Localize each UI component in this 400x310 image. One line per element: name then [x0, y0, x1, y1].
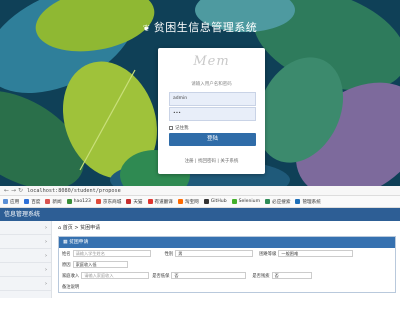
bookmark-label: 必应搜索 — [272, 199, 291, 205]
breadcrumb-text[interactable]: 首页 > 贫困申请 — [63, 225, 100, 231]
login-logo: Mem — [193, 54, 230, 69]
bookmark-item[interactable]: 必应搜索 — [265, 199, 290, 205]
bookmark-label: 京东商城 — [102, 199, 122, 205]
chevron-right-icon: › — [45, 252, 47, 259]
lowincome-label: 是否低保 — [152, 273, 170, 279]
breadcrumb: ⌂ 首页 > 贫困申请 — [58, 224, 400, 234]
disabled-label: 是否残疾 — [252, 273, 270, 279]
remember-label: 记住我 — [175, 126, 189, 131]
browser-window: ← → ↻ localhost:8080/student/propose 应用 百… — [0, 186, 400, 310]
apply-panel: ▦ 贫困申请 姓名 请输入学生姓名 性别 男 困难等级 一般困难 原因 家庭收入… — [58, 236, 396, 293]
bookmark-label: 新闻 — [52, 199, 62, 205]
url-field[interactable]: localhost:8080/student/propose — [27, 188, 121, 194]
panel-header: ▦ 贫困申请 — [59, 237, 395, 248]
bookmark-item[interactable]: Selenium — [231, 199, 261, 204]
gender-label: 性别 — [164, 251, 174, 257]
bookmark-item[interactable]: 管理系统 — [295, 199, 321, 205]
bookmark-label: 管理系统 — [302, 199, 321, 205]
main-content: ⌂ 首页 > 贫困申请 ▦ 贫困申请 姓名 请输入学生姓名 性别 男 困难等级 … — [52, 221, 400, 298]
income-input[interactable]: 请输入家庭收入 — [81, 272, 150, 279]
bookmark-favicon-icon — [177, 199, 183, 204]
login-button[interactable]: 登陆 — [169, 133, 256, 146]
password-input[interactable]: ••• — [169, 107, 256, 121]
app-title: 信息管理系统 — [4, 211, 41, 218]
chevron-right-icon: › — [45, 224, 47, 231]
reason-label: 原因 — [62, 262, 71, 268]
bookmark-item[interactable]: 应用 — [3, 199, 19, 205]
bookmark-favicon-icon — [45, 199, 51, 204]
sidebar-item[interactable]: › — [0, 263, 51, 277]
bookmark-item[interactable]: hao123 — [66, 199, 91, 204]
bookmark-favicon-icon — [66, 199, 72, 204]
forward-arrow-icon[interactable]: → — [10, 187, 17, 194]
name-label: 姓名 — [62, 251, 71, 257]
reload-icon[interactable]: ↻ — [17, 187, 24, 194]
system-title-text: 贫困生信息管理系统 — [153, 21, 258, 34]
leaf-icon: ❦ — [142, 24, 151, 34]
sidebar-item[interactable]: › — [0, 235, 51, 249]
sidebar: › › › › › — [0, 221, 52, 298]
form-row-1: 姓名 请输入学生姓名 性别 男 困难等级 一般困难 — [59, 248, 395, 259]
bookmarks-bar: 应用 百度 新闻 hao123 京东商城 天猫 有道翻译 淘宝网 GitHub Selenium 必… — [0, 196, 400, 208]
bookmark-favicon-icon — [3, 199, 8, 204]
form-row-3: 家庭收入 请输入家庭收入 是否低保 否 是否残疾 否 — [59, 270, 395, 281]
home-icon: ⌂ — [58, 225, 62, 231]
level-select[interactable]: 一般困难 — [278, 250, 354, 257]
bookmark-favicon-icon — [95, 199, 101, 204]
bookmark-label: 天猫 — [133, 199, 143, 205]
lowincome-select[interactable]: 否 — [171, 272, 247, 279]
system-title: ❦ 贫困生信息管理系统 — [0, 19, 400, 35]
chevron-right-icon: › — [45, 266, 47, 273]
bookmark-item[interactable]: 天猫 — [126, 199, 143, 205]
bookmark-label: 应用 — [10, 199, 20, 205]
login-page: ❦ 贫困生信息管理系统 Mem 请输入用户名和密码 admin ••• 记住我 登… — [0, 0, 400, 186]
login-card: Mem 请输入用户名和密码 admin ••• 记住我 登陆 注册 | 找回密码… — [158, 48, 265, 174]
bookmark-favicon-icon — [231, 199, 237, 204]
bookmark-item[interactable]: 百度 — [24, 199, 40, 205]
remember-checkbox[interactable] — [169, 126, 173, 130]
remember-me[interactable]: 记住我 — [169, 125, 189, 131]
bookmark-favicon-icon — [295, 199, 301, 204]
sidebar-item[interactable]: › — [0, 249, 51, 263]
name-input[interactable]: 请输入学生姓名 — [72, 250, 151, 257]
app-header: 信息管理系统 — [0, 208, 400, 221]
login-hint: 请输入用户名和密码 — [191, 82, 232, 87]
bookmark-item[interactable]: 新闻 — [45, 199, 62, 205]
reason-input[interactable]: 家庭收入低 — [72, 261, 128, 268]
bookmark-label: 百度 — [31, 199, 41, 205]
remark-label: 备注说明 — [62, 284, 80, 290]
chevron-right-icon: › — [45, 238, 47, 245]
disabled-select[interactable]: 否 — [271, 272, 312, 279]
bookmark-favicon-icon — [126, 199, 132, 204]
login-links[interactable]: 注册 | 找回密码 | 关于系统 — [158, 158, 265, 164]
bookmark-favicon-icon — [24, 199, 30, 204]
form-row-2: 原因 家庭收入低 — [59, 259, 395, 270]
form-row-4: 备注说明 — [59, 281, 395, 292]
bookmark-favicon-icon — [265, 199, 271, 204]
chevron-right-icon: › — [45, 280, 47, 287]
address-bar: ← → ↻ localhost:8080/student/propose — [0, 186, 400, 196]
list-icon: ▦ — [63, 240, 68, 245]
back-arrow-icon[interactable]: ← — [3, 187, 10, 194]
level-label: 困难等级 — [259, 251, 277, 257]
sidebar-item[interactable]: › — [0, 221, 51, 235]
bookmark-label: hao123 — [73, 199, 91, 204]
bookmark-item[interactable]: 京东商城 — [95, 199, 122, 205]
bookmark-label: Selenium — [238, 199, 261, 204]
bookmark-label: 有道翻译 — [154, 199, 173, 205]
sidebar-item[interactable]: › — [0, 277, 51, 291]
bookmark-favicon-icon — [203, 199, 209, 204]
income-label: 家庭收入 — [62, 273, 80, 279]
panel-title: 贫困申请 — [69, 240, 89, 245]
bookmark-label: GitHub — [210, 199, 227, 204]
username-input[interactable]: admin — [169, 92, 256, 106]
app-body: › › › › › ⌂ 首页 > 贫困申请 ▦ 贫困申请 姓名 请输入学生姓名 性别 男… — [0, 221, 400, 298]
gender-select[interactable]: 男 — [175, 250, 254, 257]
bookmark-item[interactable]: GitHub — [203, 199, 227, 204]
bookmark-label: 淘宝网 — [184, 199, 199, 205]
bookmark-item[interactable]: 有道翻译 — [147, 199, 173, 205]
bookmark-favicon-icon — [147, 199, 153, 204]
bookmark-item[interactable]: 淘宝网 — [177, 199, 199, 205]
